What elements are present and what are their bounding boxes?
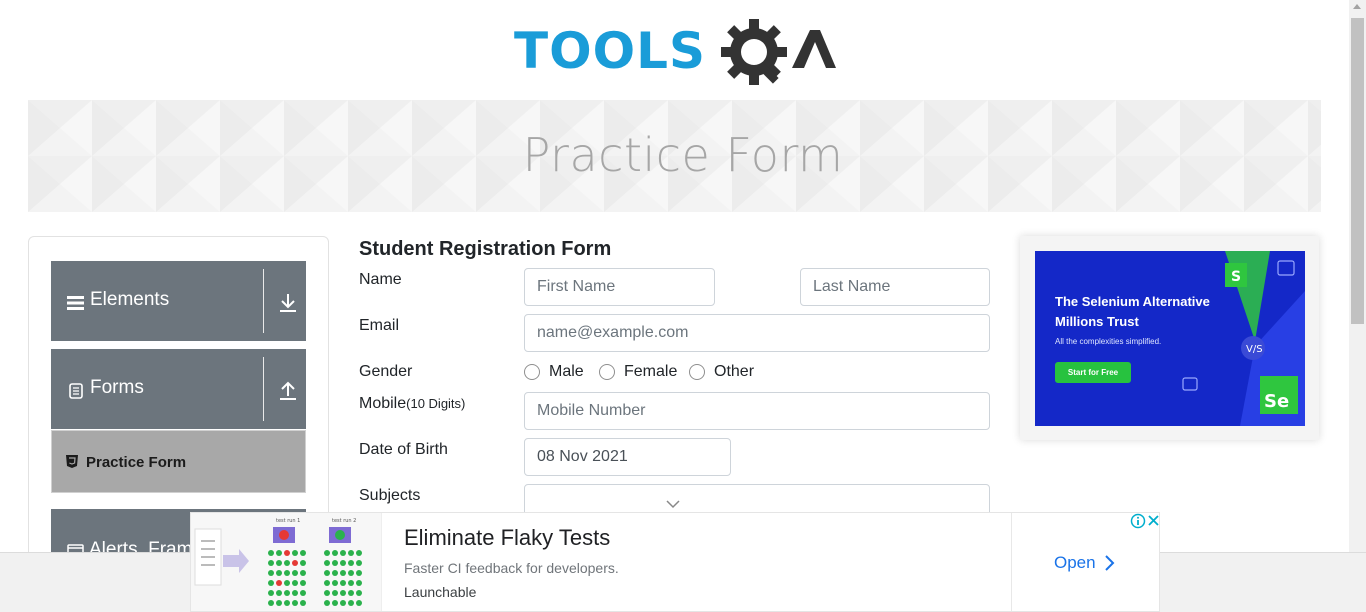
ad-title[interactable]: Eliminate Flaky Tests — [404, 525, 610, 551]
radio-circle[interactable] — [599, 364, 615, 380]
radio-label: Female — [624, 363, 678, 380]
logo-tools-text: TOOLS — [514, 22, 706, 80]
thumb-label-2: test run 2 — [332, 518, 356, 524]
sidebar-group-label: Forms — [90, 377, 144, 398]
dob-label: Date of Birth — [359, 441, 448, 458]
toolsqa-logo[interactable]: TOOLS — [514, 14, 844, 94]
document-icon — [69, 383, 83, 399]
sidebar-group-elements[interactable]: Elements — [51, 261, 306, 341]
ad-thumbnail-graphic: test run 1 test run 2 — [194, 518, 362, 606]
divider — [1011, 513, 1012, 611]
mobile-label-text: Mobile — [359, 395, 407, 412]
sidebar-item-practice-form[interactable]: Practice Form — [51, 430, 306, 493]
ad-headline-line2: Millions Trust — [1055, 314, 1139, 329]
chevron-down-icon[interactable] — [666, 500, 680, 509]
divider — [263, 269, 264, 333]
mobile-input[interactable]: Mobile Number — [524, 392, 990, 430]
gear-icon — [721, 19, 787, 85]
bottom-advertisement[interactable]: test run 1 test run 2 Eliminate Flaky Te… — [190, 512, 1160, 612]
chevron-right-icon[interactable] — [1103, 553, 1117, 573]
ad-subtext: All the complexities simplified. — [1055, 337, 1162, 346]
logo-graphic: TOOLS — [514, 19, 836, 85]
divider — [263, 357, 264, 421]
hamburger-icon — [67, 296, 84, 310]
name-label: Name — [359, 271, 402, 288]
scrollbar-thumb[interactable] — [1351, 18, 1364, 324]
last-name-input[interactable]: Last Name — [800, 268, 990, 306]
start-for-free-button[interactable]: Start for Free — [1055, 362, 1131, 383]
vertical-scrollbar[interactable] — [1349, 0, 1366, 552]
mobile-hint: (10 Digits) — [406, 396, 466, 411]
gender-label: Gender — [359, 363, 413, 380]
page-title: Practice Form — [522, 128, 844, 182]
logo-a-glyph — [792, 30, 836, 68]
side-advertisement[interactable]: V/S S Se The Selenium Alternative Millio… — [1020, 236, 1319, 440]
sidebar-item-label: Practice Form — [86, 454, 187, 471]
date-of-birth-input[interactable]: 08 Nov 2021 — [524, 438, 731, 476]
ad-description: Faster CI feedback for developers. — [404, 560, 619, 576]
svg-text:S: S — [1231, 269, 1241, 285]
email-label: Email — [359, 317, 400, 334]
radio-label: Male — [549, 363, 584, 380]
ad-creative[interactable]: V/S S Se The Selenium Alternative Millio… — [1035, 251, 1305, 426]
ad-headline-line1: The Selenium Alternative — [1055, 294, 1210, 309]
gender-radio-female[interactable]: Female — [599, 363, 679, 383]
mobile-label: Mobile(10 Digits) — [359, 395, 465, 413]
email-input[interactable]: name@example.com — [524, 314, 990, 352]
upload-arrow-icon[interactable] — [279, 381, 297, 401]
ad-info-icon[interactable] — [1130, 513, 1146, 529]
ad-open-button[interactable]: Open — [1054, 553, 1096, 573]
download-arrow-icon[interactable] — [279, 293, 297, 313]
radio-circle[interactable] — [689, 364, 705, 380]
radio-label: Other — [714, 363, 755, 380]
sidebar-group-forms[interactable]: Forms — [51, 349, 306, 429]
svg-text:V/S: V/S — [1246, 344, 1263, 355]
ad-brand: Launchable — [404, 584, 477, 600]
gender-radio-other[interactable]: Other — [689, 363, 759, 383]
close-icon[interactable] — [1146, 513, 1161, 529]
radio-circle[interactable] — [524, 364, 540, 380]
scroll-up-arrow-icon[interactable] — [1353, 4, 1361, 9]
subjects-label: Subjects — [359, 487, 421, 504]
first-name-input[interactable]: First Name — [524, 268, 715, 306]
html5-icon — [66, 455, 78, 468]
svg-text:Se: Se — [1264, 391, 1289, 412]
gender-radio-male[interactable]: Male — [524, 363, 594, 383]
sidebar-group-label: Elements — [90, 289, 170, 310]
thumb-label-1: test run 1 — [276, 518, 300, 524]
ad-thumbnail[interactable]: test run 1 test run 2 — [191, 513, 382, 611]
form-title: Student Registration Form — [359, 238, 612, 260]
